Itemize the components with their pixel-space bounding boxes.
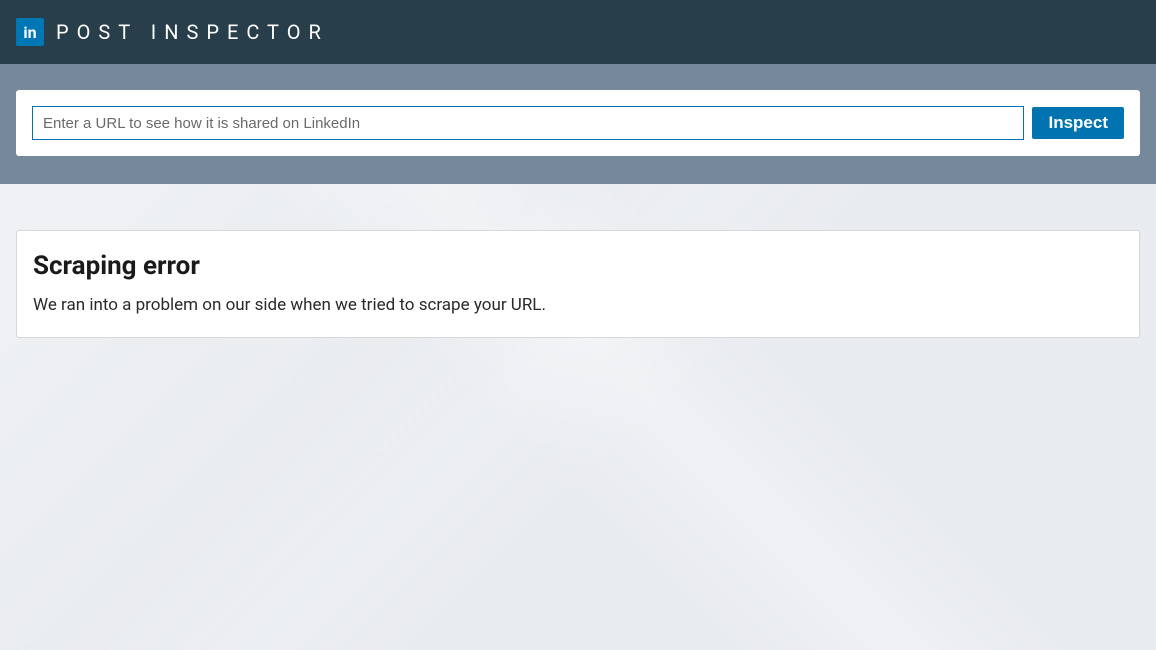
- search-card: Inspect: [16, 90, 1140, 156]
- content-area: Scraping error We ran into a problem on …: [0, 184, 1156, 354]
- app-title: POST INSPECTOR: [56, 20, 329, 44]
- app-header: in POST INSPECTOR: [0, 0, 1156, 64]
- url-input[interactable]: [32, 106, 1024, 140]
- linkedin-logo-icon: in: [16, 18, 44, 46]
- error-message: We ran into a problem on our side when w…: [33, 295, 1123, 315]
- error-title: Scraping error: [33, 251, 1123, 281]
- hero-section: Inspect: [0, 64, 1156, 184]
- error-card: Scraping error We ran into a problem on …: [16, 230, 1140, 338]
- inspect-button[interactable]: Inspect: [1032, 107, 1124, 139]
